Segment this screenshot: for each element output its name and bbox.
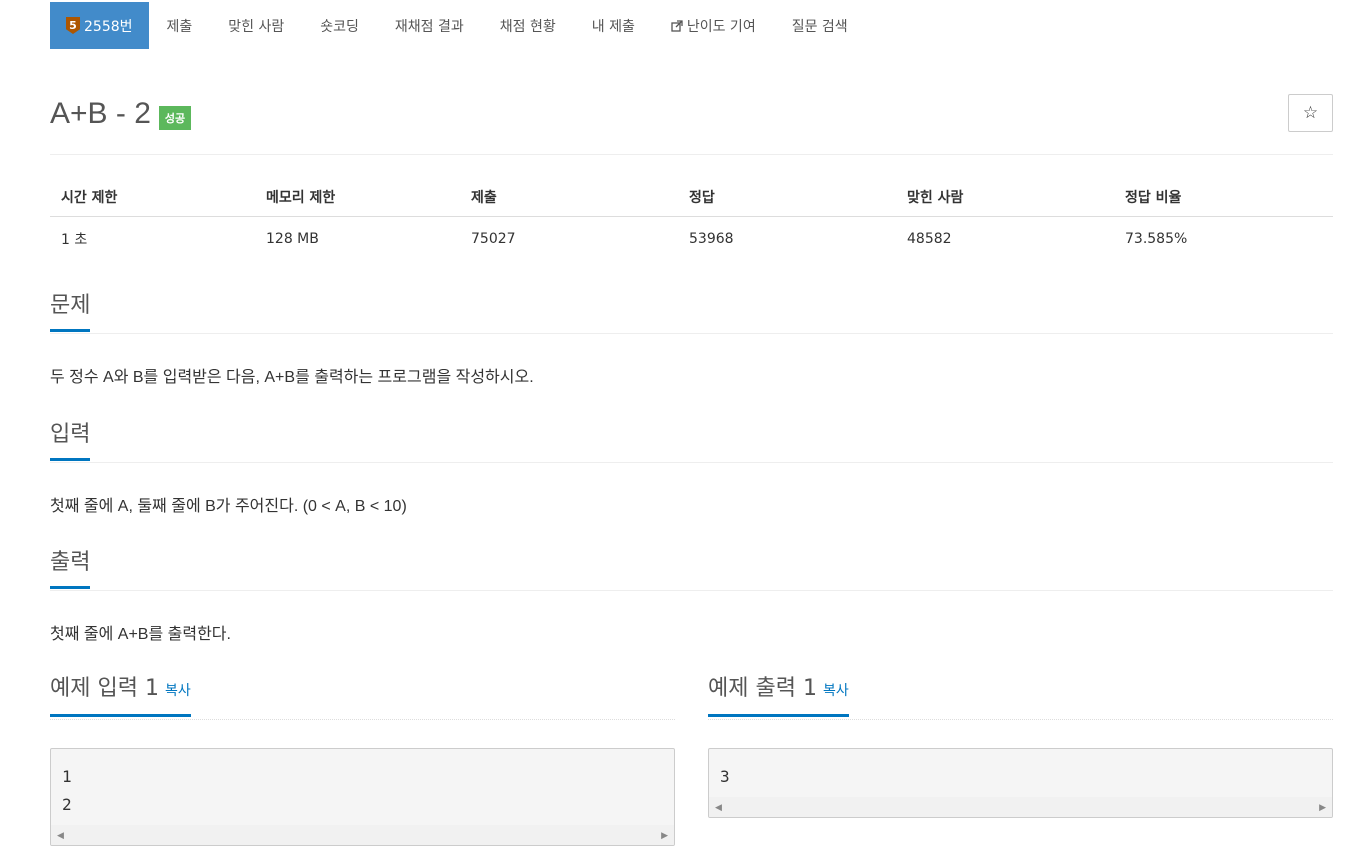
section-header: 출력 [50, 549, 1333, 591]
section-header: 문제 [50, 292, 1333, 334]
horizontal-scrollbar[interactable]: ◀ ▶ [709, 797, 1332, 817]
nav-rejudge-results[interactable]: 재채점 결과 [377, 2, 482, 49]
status-badge: 성공 [158, 106, 192, 130]
copy-sample-output-button[interactable]: 복사 [823, 683, 849, 699]
section-header: 예제 입력 1 복사 [50, 675, 675, 720]
sample-input-content: 1 2 [62, 767, 72, 814]
section-title: 문제 [50, 292, 91, 332]
table-row: 1 초 128 MB 75027 53968 48582 73.585% [50, 217, 1333, 258]
external-link-icon [671, 19, 683, 32]
horizontal-scrollbar[interactable]: ◀ ▶ [51, 825, 674, 845]
header-time-limit: 시간 제한 [50, 177, 255, 217]
sample-input-title-text: 예제 입력 1 [50, 676, 159, 701]
header-solved-users: 맞힌 사람 [896, 177, 1114, 217]
section-header: 입력 [50, 421, 1333, 463]
problem-number-label: 2558번 [84, 18, 133, 35]
sample-input-title: 예제 입력 1 복사 [50, 675, 191, 717]
accepted-value: 53968 [689, 231, 734, 247]
problem-description-section: 문제 두 정수 A와 B를 입력받은 다음, A+B를 출력하는 프로그램을 작… [50, 292, 1333, 388]
section-title: 입력 [50, 421, 91, 461]
nav-difficulty-label: 난이도 기여 [686, 18, 756, 35]
nav-problem-number[interactable]: 5 2558번 [50, 2, 149, 49]
problem-description: 두 정수 A와 B를 입력받은 다음, A+B를 출력하는 프로그램을 작성하시… [50, 369, 534, 386]
sample-output-title: 예제 출력 1 복사 [708, 675, 849, 717]
nav-submit[interactable]: 제출 [149, 2, 211, 49]
sample-output-box: 3 ◀ ▶ [708, 748, 1333, 818]
header-accepted: 정답 [678, 177, 896, 217]
section-title: 출력 [50, 549, 91, 589]
output-description: 첫째 줄에 A+B를 출력한다. [50, 626, 231, 643]
input-section: 입력 첫째 줄에 A, 둘째 줄에 B가 주어진다. (0 < A, B < 1… [50, 421, 1333, 517]
favorite-star-button[interactable]: ☆ [1288, 94, 1333, 132]
output-section: 출력 첫째 줄에 A+B를 출력한다. [50, 549, 1333, 645]
nav-short-coding[interactable]: 숏코딩 [302, 2, 377, 49]
solved-users-value: 48582 [907, 231, 952, 247]
copy-sample-input-button[interactable]: 복사 [165, 683, 191, 699]
header-accept-rate: 정답 비율 [1114, 177, 1333, 217]
sample-output-content: 3 [720, 767, 730, 786]
nav-my-submissions[interactable]: 내 제출 [574, 2, 653, 49]
title-divider [50, 154, 1333, 155]
sample-input-section: 예제 입력 1 복사 1 2 ◀ ▶ [50, 675, 675, 846]
problem-info-table: 시간 제한 메모리 제한 제출 정답 맞힌 사람 정답 비율 1 초 128 M… [50, 177, 1333, 257]
nav-difficulty-contribution[interactable]: 난이도 기여 [653, 2, 774, 49]
submissions-value: 75027 [471, 231, 516, 247]
nav-question-search[interactable]: 질문 검색 [774, 2, 866, 49]
input-description: 첫째 줄에 A, 둘째 줄에 B가 주어진다. (0 < A, B < 10) [50, 498, 407, 515]
problem-menu: 5 2558번 제출 맞힌 사람 숏코딩 재채점 결과 채점 현황 내 제출 난… [50, 2, 866, 49]
scroll-left-icon[interactable]: ◀ [715, 803, 722, 813]
scroll-right-icon[interactable]: ▶ [661, 831, 668, 841]
sample-input-box: 1 2 ◀ ▶ [50, 748, 675, 846]
header-memory-limit: 메모리 제한 [255, 177, 460, 217]
header-submissions: 제출 [460, 177, 678, 217]
problem-title-row: A+B - 2 성공 [50, 96, 192, 132]
sample-output-section: 예제 출력 1 복사 3 ◀ ▶ [708, 675, 1333, 818]
accept-rate-value: 73.585% [1125, 231, 1188, 247]
nav-solved-users[interactable]: 맞힌 사람 [210, 2, 302, 49]
nav-judge-status[interactable]: 채점 현황 [482, 2, 574, 49]
tier-badge-icon: 5 [66, 17, 80, 34]
memory-limit-value: 128 MB [266, 231, 319, 247]
time-limit-value: 1 초 [61, 232, 88, 248]
section-header: 예제 출력 1 복사 [708, 675, 1333, 720]
table-header-row: 시간 제한 메모리 제한 제출 정답 맞힌 사람 정답 비율 [50, 177, 1333, 217]
scroll-right-icon[interactable]: ▶ [1319, 803, 1326, 813]
problem-title: A+B - 2 [50, 97, 151, 130]
sample-output-title-text: 예제 출력 1 [708, 676, 817, 701]
scroll-left-icon[interactable]: ◀ [57, 831, 64, 841]
